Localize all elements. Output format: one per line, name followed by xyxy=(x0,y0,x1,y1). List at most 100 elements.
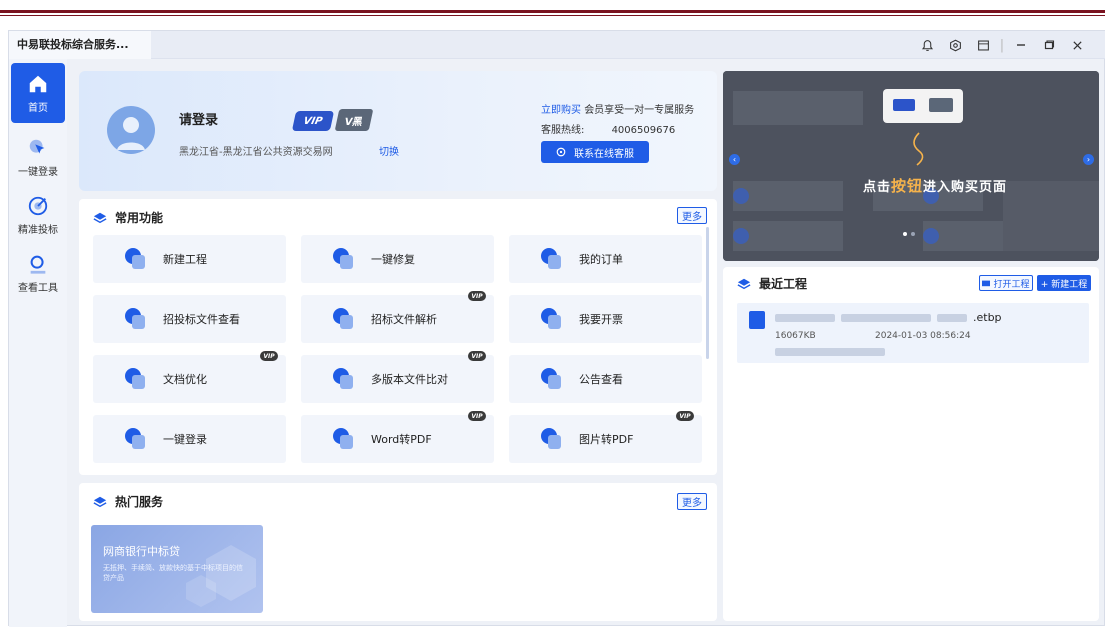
scrollbar[interactable] xyxy=(706,227,709,359)
hot-service-card[interactable]: 网商银行中标贷 无抵押、手续简、放款快的基于中标项目的信贷产品 xyxy=(91,525,263,613)
func-label: Word转PDF xyxy=(371,433,432,446)
compare-icon xyxy=(333,368,353,389)
banner-next-arrow[interactable]: › xyxy=(1083,154,1094,165)
banner-text-after: 进入购买页面 xyxy=(923,180,1008,195)
contact-service-label: 联系在线客服 xyxy=(574,148,634,160)
vip-tag: VIP xyxy=(468,411,486,421)
close-icon[interactable] xyxy=(1063,31,1091,59)
sidebar-item-one-click-login[interactable]: 一键登录 xyxy=(9,127,67,187)
func-announcements[interactable]: 公告查看 xyxy=(509,355,702,403)
banner-prev-arrow[interactable]: ‹ xyxy=(729,154,740,165)
common-more-button[interactable]: 更多 xyxy=(677,207,707,224)
hot-services-title: 热门服务 xyxy=(93,493,163,510)
repair-icon xyxy=(333,248,353,269)
func-doc-optimize[interactable]: 文档优化 VIP xyxy=(93,351,286,403)
func-label: 我要开票 xyxy=(579,313,623,326)
vip-tag: VIP xyxy=(468,351,486,361)
avatar[interactable] xyxy=(107,106,155,154)
titlebar-controls: | xyxy=(913,31,1091,59)
vip-tag: VIP xyxy=(260,351,278,361)
banner-background xyxy=(723,71,1099,261)
settings-icon[interactable] xyxy=(941,31,969,59)
window-tab[interactable]: 中易联投标综合服务... xyxy=(9,31,151,59)
func-one-click-login[interactable]: 一键登录 xyxy=(93,415,286,463)
func-label: 公告查看 xyxy=(579,373,623,386)
banner-text-highlight: 按钮 xyxy=(891,177,924,195)
func-label: 我的订单 xyxy=(579,253,623,266)
hotline-label: 客服热线: xyxy=(541,125,585,136)
file-name: .etbp xyxy=(775,311,1002,324)
func-multi-version-compare[interactable]: 多版本文件比对 VIP xyxy=(301,351,494,403)
switch-region-link[interactable]: 切换 xyxy=(379,143,399,158)
target-icon xyxy=(28,196,48,215)
func-word-to-pdf[interactable]: Word转PDF VIP xyxy=(301,411,494,463)
redacted-text xyxy=(937,314,967,322)
buy-text: 会员享受一对一专属服务 xyxy=(584,105,695,116)
func-label: 文档优化 xyxy=(163,373,207,386)
sidebar-item-label: 查看工具 xyxy=(18,282,58,294)
sidebar-item-view-tools[interactable]: 查看工具 xyxy=(9,243,67,303)
func-invoice[interactable]: 我要开票 xyxy=(509,295,702,343)
func-label: 一键登录 xyxy=(163,433,207,446)
app-window: 中易联投标综合服务... | 首页 一键登录 精准投标 查看工具 请登录 VIP… xyxy=(8,30,1105,627)
section-title-label: 热门服务 xyxy=(115,495,164,509)
buy-now-link[interactable]: 立即购买 xyxy=(541,105,581,116)
sidebar-item-label: 首页 xyxy=(28,102,48,114)
promo-banner[interactable]: ‹ › 点击按钮进入购买页面 xyxy=(723,71,1099,261)
document-header xyxy=(0,0,1105,22)
contact-service-button[interactable]: 联系在线客服 xyxy=(541,141,649,163)
announcement-icon xyxy=(541,368,561,389)
func-image-to-pdf[interactable]: 图片转PDF VIP xyxy=(509,411,702,463)
layers-icon xyxy=(737,278,751,289)
invoice-icon xyxy=(541,308,561,329)
file-icon xyxy=(749,311,765,329)
sidebar-item-home[interactable]: 首页 xyxy=(11,63,65,123)
image-pdf-icon xyxy=(541,428,561,449)
file-time: 2024-01-03 08:56:24 xyxy=(875,331,971,341)
open-project-label: 打开工程 xyxy=(993,279,1030,290)
recent-projects-title: 最近工程 xyxy=(737,275,807,292)
calendar-icon[interactable] xyxy=(969,31,997,59)
header-rule-thin xyxy=(0,15,1105,16)
func-new-project[interactable]: 新建工程 xyxy=(93,235,286,283)
folder-icon xyxy=(982,280,991,287)
banner-caption: 点击按钮进入购买页面 xyxy=(863,175,1007,196)
recent-file-row[interactable]: .etbp 16067KB 2024-01-03 08:56:24 xyxy=(737,303,1089,363)
func-my-orders[interactable]: 我的订单 xyxy=(509,235,702,283)
bell-icon[interactable] xyxy=(913,31,941,59)
titlebar: 中易联投标综合服务... | xyxy=(9,31,1105,59)
file-extension: .etbp xyxy=(973,311,1002,324)
common-functions-panel: 常用功能 更多 新建工程 一键修复 我的订单 招投标文件查看 招标文件解析 VI… xyxy=(79,199,717,475)
section-title-label: 最近工程 xyxy=(759,277,808,291)
redacted-text xyxy=(775,314,835,322)
layers-icon xyxy=(93,496,107,507)
headset-icon xyxy=(556,147,566,157)
restore-icon[interactable] xyxy=(1035,31,1063,59)
cursor-icon xyxy=(29,139,45,153)
func-view-bid-files[interactable]: 招投标文件查看 xyxy=(93,295,286,343)
sidebar-item-precise-bidding[interactable]: 精准投标 xyxy=(9,185,67,245)
region-label: 黑龙江省-黑龙江省公共资源交易网 xyxy=(179,147,333,158)
func-label: 新建工程 xyxy=(163,253,207,266)
parse-icon xyxy=(333,308,353,329)
minimize-icon[interactable] xyxy=(1007,31,1035,59)
func-parse-tender[interactable]: 招标文件解析 VIP xyxy=(301,291,494,343)
hot-card-title: 网商银行中标贷 xyxy=(103,545,180,558)
login-prompt[interactable]: 请登录 xyxy=(179,109,218,128)
hot-more-button[interactable]: 更多 xyxy=(677,493,707,510)
optimize-icon xyxy=(125,368,145,389)
hot-services-panel: 热门服务 更多 网商银行中标贷 无抵押、手续简、放款快的基于中标项目的信贷产品 xyxy=(79,483,717,621)
view-file-icon xyxy=(125,308,145,329)
orders-icon xyxy=(541,248,561,269)
func-one-click-repair[interactable]: 一键修复 xyxy=(301,235,494,283)
new-project-button[interactable]: + 新建工程 xyxy=(1037,275,1091,291)
hotline: 客服热线: 4006509676 xyxy=(541,121,675,136)
func-label: 招标文件解析 xyxy=(371,313,437,326)
vip-tag: VIP xyxy=(468,291,486,301)
file-path xyxy=(775,347,891,357)
open-project-button[interactable]: 打开工程 xyxy=(979,275,1033,291)
login-card: 请登录 VIP V黑 黑龙江省-黑龙江省公共资源交易网 切换 立即购买 会员享受… xyxy=(79,71,717,191)
recent-projects-panel: 最近工程 打开工程 + 新建工程 .etbp 16067KB 2024-01-0… xyxy=(723,267,1099,621)
redacted-text xyxy=(775,347,885,356)
layers-icon xyxy=(93,212,107,223)
